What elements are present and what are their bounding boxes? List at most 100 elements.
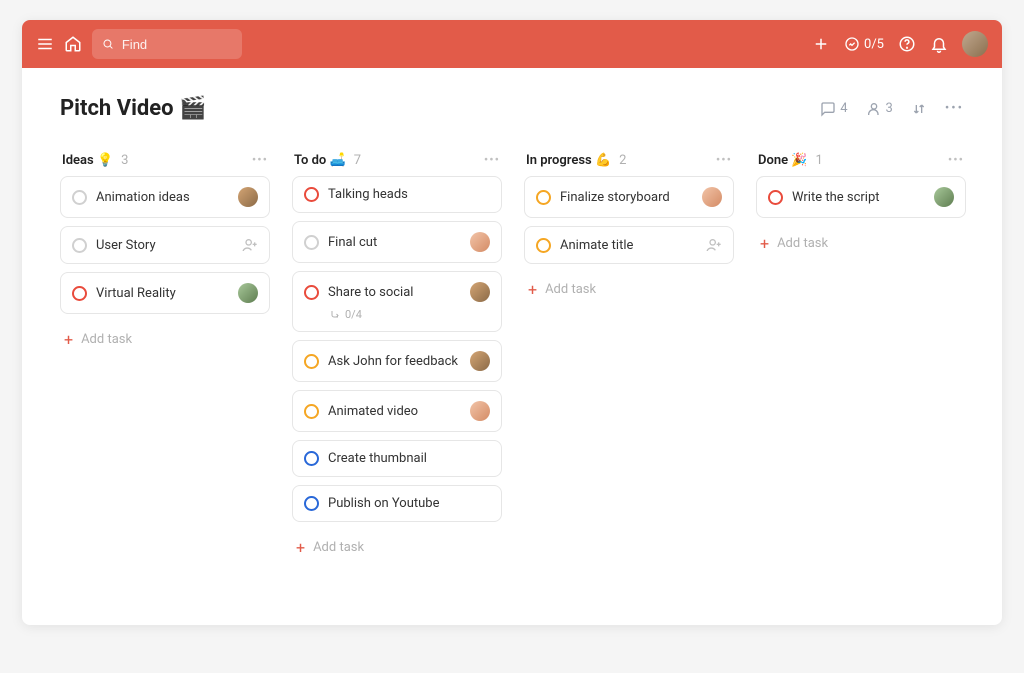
user-icon	[866, 101, 882, 117]
column-in-progress: In progress 💪 2 ••• Finalize storyboard …	[524, 149, 734, 307]
task-card[interactable]: Animation ideas	[60, 176, 270, 218]
search-input[interactable]	[122, 37, 232, 52]
task-card[interactable]: Create thumbnail	[292, 440, 502, 477]
column-header: In progress 💪 2 •••	[524, 149, 734, 176]
status-circle-icon[interactable]	[304, 404, 319, 419]
add-task-label: Add task	[81, 332, 132, 347]
card-title: User Story	[96, 238, 233, 253]
plus-icon: +	[296, 538, 305, 557]
task-card[interactable]: Final cut	[292, 221, 502, 263]
bell-icon[interactable]	[930, 35, 948, 53]
assign-icon[interactable]	[242, 237, 258, 253]
column-count: 7	[354, 153, 361, 168]
card-title: Talking heads	[328, 187, 490, 202]
add-task-button[interactable]: + Add task	[756, 226, 966, 261]
assign-icon[interactable]	[706, 237, 722, 253]
status-circle-icon[interactable]	[304, 451, 319, 466]
status-circle-icon[interactable]	[304, 187, 319, 202]
subtask-indicator: 0/4	[329, 308, 490, 321]
card-title: Share to social	[328, 285, 461, 300]
task-card[interactable]: Publish on Youtube	[292, 485, 502, 522]
column-menu[interactable]: •••	[484, 153, 500, 168]
add-task-label: Add task	[313, 540, 364, 555]
column-todo: To do 🛋️ 7 ••• Talking heads Final cut S…	[292, 149, 502, 565]
more-button[interactable]: •••	[945, 101, 964, 116]
task-card[interactable]: Animate title	[524, 226, 734, 264]
add-icon[interactable]	[812, 35, 830, 53]
sort-icon	[911, 101, 927, 117]
comments-count: 4	[840, 101, 847, 116]
task-card[interactable]: Write the script	[756, 176, 966, 218]
column-menu[interactable]: •••	[716, 153, 732, 168]
sort-button[interactable]	[911, 101, 927, 117]
card-title: Finalize storyboard	[560, 190, 693, 205]
assignee-avatar[interactable]	[238, 187, 258, 207]
project-title: Pitch Video 🎬	[60, 96, 206, 121]
task-card[interactable]: Animated video	[292, 390, 502, 432]
column-title: To do 🛋️	[294, 153, 346, 168]
status-circle-icon[interactable]	[72, 238, 87, 253]
assignee-avatar[interactable]	[934, 187, 954, 207]
search-box[interactable]	[92, 29, 242, 59]
assignee-avatar[interactable]	[470, 232, 490, 252]
column-header: Ideas 💡 3 •••	[60, 149, 270, 176]
task-card[interactable]: Virtual Reality	[60, 272, 270, 314]
assignee-avatar[interactable]	[470, 351, 490, 371]
column-title: Ideas 💡	[62, 153, 113, 168]
assignee-avatar[interactable]	[470, 282, 490, 302]
goals-count: 0/5	[864, 37, 884, 52]
branch-icon	[329, 309, 341, 321]
status-circle-icon[interactable]	[304, 496, 319, 511]
add-task-button[interactable]: + Add task	[60, 322, 270, 357]
task-card[interactable]: Finalize storyboard	[524, 176, 734, 218]
card-title: Write the script	[792, 190, 925, 205]
card-title: Animate title	[560, 238, 697, 253]
assignee-avatar[interactable]	[470, 401, 490, 421]
task-card[interactable]: User Story	[60, 226, 270, 264]
column-done: Done 🎉 1 ••• Write the script + Add task	[756, 149, 966, 261]
card-title: Ask John for feedback	[328, 354, 461, 369]
menu-icon[interactable]	[36, 35, 54, 53]
assignee-avatar[interactable]	[702, 187, 722, 207]
user-avatar[interactable]	[962, 31, 988, 57]
add-task-label: Add task	[545, 282, 596, 297]
status-circle-icon[interactable]	[72, 190, 87, 205]
add-task-button[interactable]: + Add task	[292, 530, 502, 565]
add-task-label: Add task	[777, 236, 828, 251]
status-circle-icon[interactable]	[304, 235, 319, 250]
column-title: In progress 💪	[526, 153, 611, 168]
column-header: Done 🎉 1 •••	[756, 149, 966, 176]
board: Ideas 💡 3 ••• Animation ideas User Story…	[22, 129, 1002, 625]
column-ideas: Ideas 💡 3 ••• Animation ideas User Story…	[60, 149, 270, 357]
plus-icon: +	[64, 330, 73, 349]
home-icon[interactable]	[64, 35, 82, 53]
members-button[interactable]: 3	[866, 101, 893, 117]
column-menu[interactable]: •••	[252, 153, 268, 168]
status-circle-icon[interactable]	[536, 190, 551, 205]
task-card[interactable]: Ask John for feedback	[292, 340, 502, 382]
card-title: Create thumbnail	[328, 451, 490, 466]
app-window: 0/5 Pitch Video 🎬 4 3 ••	[22, 20, 1002, 625]
subtask-count: 0/4	[345, 308, 362, 321]
column-count: 3	[121, 153, 128, 168]
status-circle-icon[interactable]	[304, 285, 319, 300]
status-circle-icon[interactable]	[768, 190, 783, 205]
card-title: Virtual Reality	[96, 286, 229, 301]
add-task-button[interactable]: + Add task	[524, 272, 734, 307]
plus-icon: +	[760, 234, 769, 253]
comment-icon	[820, 101, 836, 117]
assignee-avatar[interactable]	[238, 283, 258, 303]
status-circle-icon[interactable]	[72, 286, 87, 301]
header-actions: 4 3 •••	[820, 101, 964, 117]
column-menu[interactable]: •••	[948, 153, 964, 168]
task-card[interactable]: Talking heads	[292, 176, 502, 213]
status-circle-icon[interactable]	[304, 354, 319, 369]
help-icon[interactable]	[898, 35, 916, 53]
goals-indicator[interactable]: 0/5	[844, 36, 884, 52]
comments-button[interactable]: 4	[820, 101, 847, 117]
card-title: Publish on Youtube	[328, 496, 490, 511]
column-count: 2	[619, 153, 626, 168]
task-card[interactable]: Share to social 0/4	[292, 271, 502, 332]
status-circle-icon[interactable]	[536, 238, 551, 253]
column-title: Done 🎉	[758, 153, 808, 168]
